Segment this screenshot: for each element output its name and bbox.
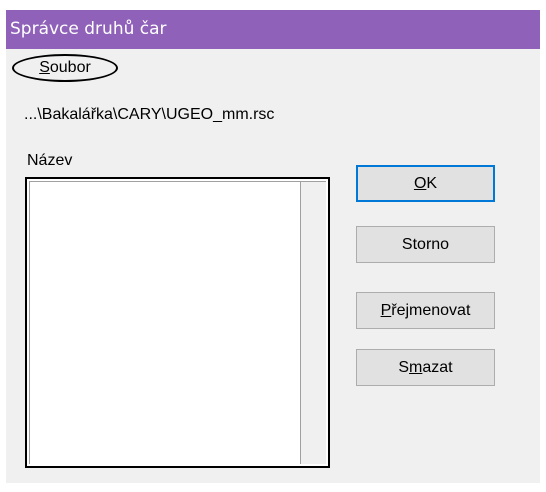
ok-button[interactable]: OK xyxy=(356,165,495,202)
menu-file[interactable]: Soubor xyxy=(12,54,118,82)
menu-file-accelerator: S xyxy=(39,59,50,76)
delete-accelerator: m xyxy=(409,358,423,376)
file-path-label: ...\Bakalářka\CARY\UGEO_mm.rsc xyxy=(24,106,275,123)
line-type-manager-window: Správce druhů čar Soubor ...\Bakalářka\C… xyxy=(6,10,540,483)
rename-accelerator: P xyxy=(380,301,392,319)
delete-button[interactable]: Sm azat xyxy=(356,349,495,386)
name-list-label: Název xyxy=(27,152,73,169)
cancel-button[interactable]: Storno xyxy=(356,226,495,263)
ok-accelerator: O xyxy=(413,174,427,192)
line-types-listbox[interactable] xyxy=(25,177,330,468)
window-title: Správce druhů čar xyxy=(10,19,167,39)
cancel-button-label: Storno xyxy=(401,235,450,253)
menu-file-label: oubor xyxy=(49,59,91,76)
title-bar[interactable]: Správce druhů čar xyxy=(6,10,540,49)
listbox-scrollbar[interactable] xyxy=(300,182,326,464)
menu-bar: Soubor xyxy=(6,49,540,89)
listbox-content xyxy=(29,181,326,464)
rename-button[interactable]: Přejmenovat xyxy=(356,292,495,329)
